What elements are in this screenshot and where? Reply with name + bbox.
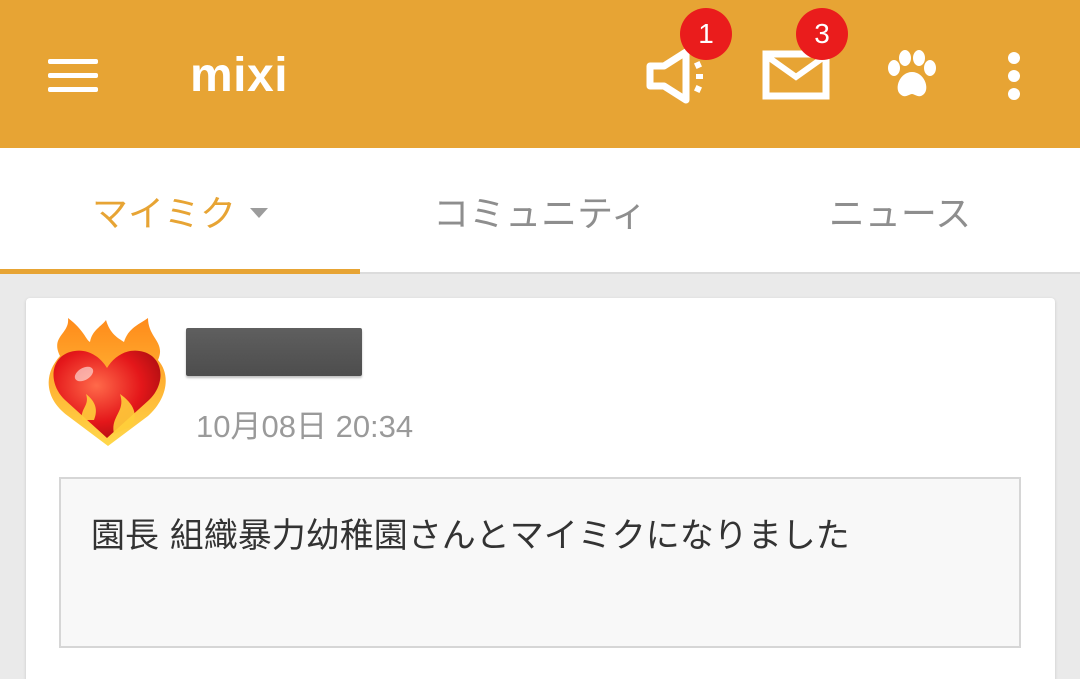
post-text: 園長 組織暴力幼稚園さんとマイミクになりました (91, 516, 850, 556)
app-bar: mixi 1 3 (0, 0, 1080, 148)
tab-community[interactable]: コミュニティ (360, 148, 720, 274)
tab-label: マイミク (91, 194, 236, 235)
more-vert-icon (1008, 52, 1020, 100)
active-tab-indicator (0, 269, 360, 274)
footprints-button[interactable] (872, 36, 952, 116)
more-options-button[interactable] (976, 36, 1052, 116)
tab-news[interactable]: ニュース (720, 148, 1080, 274)
app-title: mixi (190, 49, 289, 102)
avatar[interactable] (40, 316, 174, 448)
feed-item-card[interactable]: 10月08日 20:34 園長 組織暴力幼稚園さんとマイミクになりました (26, 298, 1055, 679)
notifications-badge: 1 (680, 8, 732, 60)
post-timestamp: 10月08日 20:34 (196, 409, 414, 444)
tab-label: コミュニティ (433, 194, 647, 235)
paw-icon (888, 50, 936, 97)
tab-bar: マイミク コミュニティ ニュース (0, 148, 1080, 274)
menu-icon[interactable] (38, 45, 108, 105)
tab-mymixi[interactable]: マイミク (0, 148, 360, 274)
post-content-box[interactable]: 園長 組織暴力幼稚園さんとマイミクになりました (59, 477, 1021, 648)
author-name-redacted[interactable] (186, 328, 362, 376)
dropdown-arrow-icon (250, 208, 268, 218)
tab-label: ニュース (828, 194, 972, 235)
messages-badge: 3 (796, 8, 848, 60)
